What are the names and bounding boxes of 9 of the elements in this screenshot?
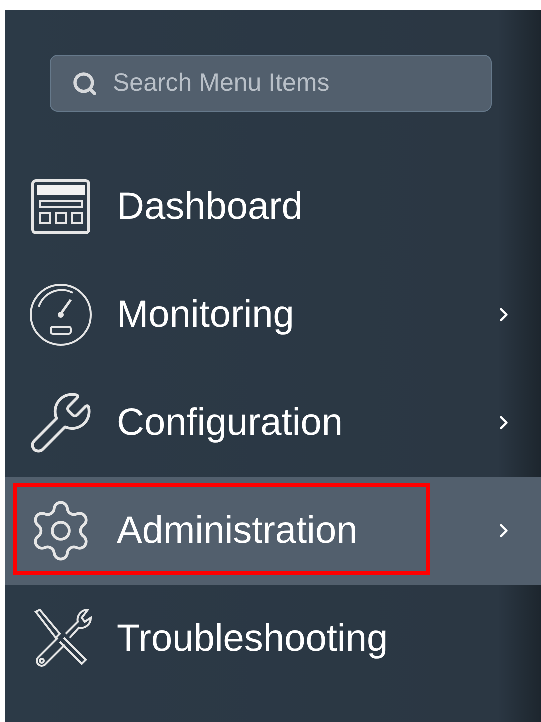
search-icon (72, 71, 98, 97)
menu-item[interactable]: Monitoring (5, 261, 541, 369)
menu-item[interactable]: Dashboard (5, 153, 541, 261)
menu-item[interactable]: Configuration (5, 369, 541, 477)
gauge-icon (29, 283, 93, 347)
menu-item[interactable]: Troubleshooting (5, 585, 541, 693)
menu-item[interactable]: Administration (5, 477, 541, 585)
search-field[interactable]: Search Menu Items (50, 55, 492, 112)
dashboard-icon (31, 179, 91, 235)
